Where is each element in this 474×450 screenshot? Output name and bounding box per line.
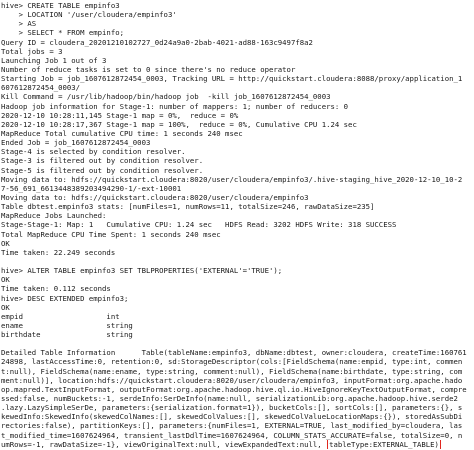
- terminal-line: empid int: [1, 311, 120, 321]
- terminal-line: Total jobs = 3: [1, 46, 63, 56]
- terminal-line: Number of reduce tasks is set to 0 since…: [1, 64, 296, 74]
- terminal-line: Hadoop job information for Stage-1: numb…: [1, 101, 349, 111]
- terminal-line: t:null), FieldSchema(name:ename, type:st…: [1, 366, 463, 376]
- terminal-line: Table dbtest.empinfo3 stats: [numFiles=1…: [1, 202, 375, 212]
- terminal-line: kewedInfo:SkewedInfo(skewedColNames:[], …: [1, 412, 463, 422]
- terminal-line: hive> CREATE TABLE empinfo3: [1, 1, 120, 10]
- terminal-line: 607612872454_0003/: [1, 83, 81, 93]
- terminal-line: OK: [1, 275, 10, 285]
- terminal-line: OK: [1, 238, 10, 248]
- terminal-line: Moving data to: hdfs://quickstart.cloude…: [1, 174, 463, 184]
- terminal-line: > SELECT * FROM empinfo;: [1, 28, 125, 38]
- terminal-line: 2020-12-10 10:28:11,145 Stage-1 map = 0%…: [1, 110, 239, 120]
- terminal-line: Ended Job = job_1607612872454_0003: [1, 138, 151, 148]
- highlighted-table-type: tableType:EXTERNAL_TABLE): [327, 439, 441, 449]
- terminal-line: Launching Job 1 out of 3: [1, 55, 107, 65]
- terminal-line: Detailed Table Information Table(tableNa…: [1, 348, 467, 358]
- terminal-line-text: umRows=-1, rawDataSize=-1}, viewOriginal…: [1, 439, 327, 449]
- terminal-line: Stage-3 is filtered out by condition res…: [1, 156, 204, 166]
- terminal-line: ment:null)], location:hdfs://quickstart.…: [1, 375, 463, 385]
- terminal-line: .lazy.LazySimpleSerDe, parameters:{seria…: [1, 403, 463, 413]
- terminal-line: Time taken: 22.249 seconds: [1, 247, 116, 257]
- terminal-line: Stage-Stage-1: Map: 1 Cumulative CPU: 1.…: [1, 220, 397, 230]
- terminal-line: Moving data to: hdfs://quickstart.cloude…: [1, 192, 309, 202]
- terminal-line: > LOCATION '/user/cloudera/empinfo3': [1, 10, 177, 20]
- terminal-line: umRows=-1, rawDataSize=-1}, viewOriginal…: [1, 439, 474, 449]
- terminal-line: 2020-12-10 10:28:17,367 Stage-1 map = 10…: [1, 119, 357, 129]
- terminal-line: Starting Job = job_1607612872454_0003, T…: [1, 74, 463, 84]
- terminal-line: hive> DESC EXTENDED empinfo3;: [1, 293, 129, 303]
- terminal-window[interactable]: hive> CREATE TABLE empinfo3 > LOCATION '…: [0, 0, 474, 450]
- terminal-line: t_modified_time=1607624964, transient_la…: [1, 430, 463, 440]
- terminal-line: MapReduce Jobs Launched:: [1, 211, 107, 221]
- terminal-line: 7-56_691_6613448389203494290-1/-ext-1000…: [1, 183, 182, 193]
- terminal-line: > AS: [1, 19, 37, 29]
- terminal-line: op.mapred.TextInputFormat, outputFormat:…: [1, 384, 467, 394]
- terminal-line: Stage-5 is filtered out by condition res…: [1, 165, 204, 175]
- terminal-line: MapReduce Total cumulative CPU time: 1 s…: [1, 128, 243, 138]
- terminal-line: OK: [1, 302, 10, 312]
- terminal-line: ssed:false, numBuckets:-1, serdeInfo:Ser…: [1, 394, 458, 404]
- terminal-line: rectories:false), partitionKeys:[], para…: [1, 421, 463, 431]
- terminal-line: Query ID = cloudera_20201210102727_0d24a…: [1, 37, 313, 47]
- terminal-line: ename string: [1, 320, 133, 330]
- terminal-line: Kill Command = /usr/lib/hadoop/bin/hadoo…: [1, 92, 331, 102]
- terminal-line: hive> ALTER TABLE empinfo3 SET TBLPROPER…: [1, 266, 283, 276]
- terminal-line: Time taken: 0.112 seconds: [1, 284, 111, 294]
- terminal-line: birthdate string: [1, 330, 133, 340]
- terminal-line: Stage-4 is selected by condition resolve…: [1, 147, 186, 157]
- terminal-line: 24898, lastAccessTime:0, retention:0, sd…: [1, 357, 463, 367]
- terminal-line: Total MapReduce CPU Time Spent: 1 second…: [1, 229, 221, 239]
